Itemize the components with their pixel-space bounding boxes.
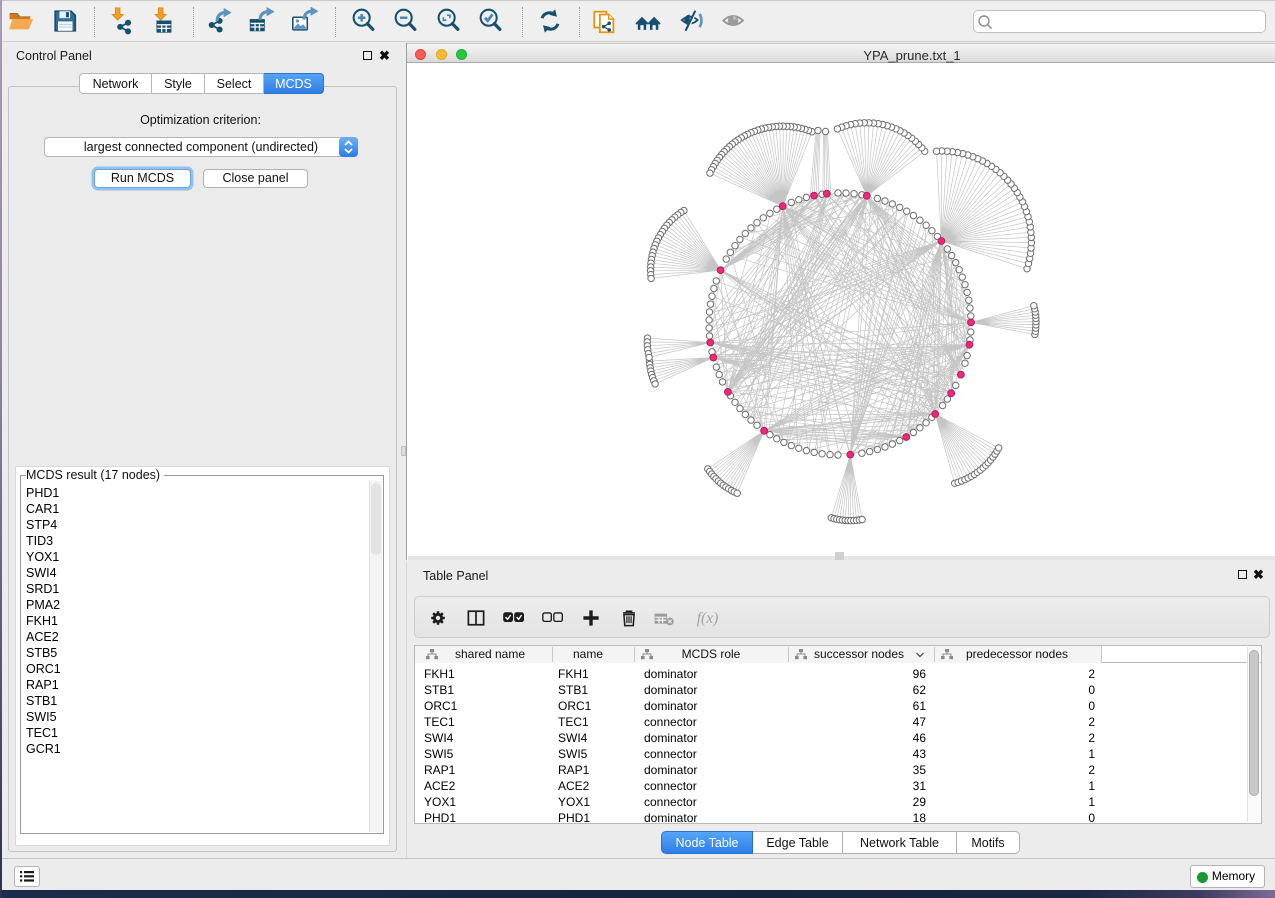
- svg-text:f(x): f(x): [697, 610, 719, 627]
